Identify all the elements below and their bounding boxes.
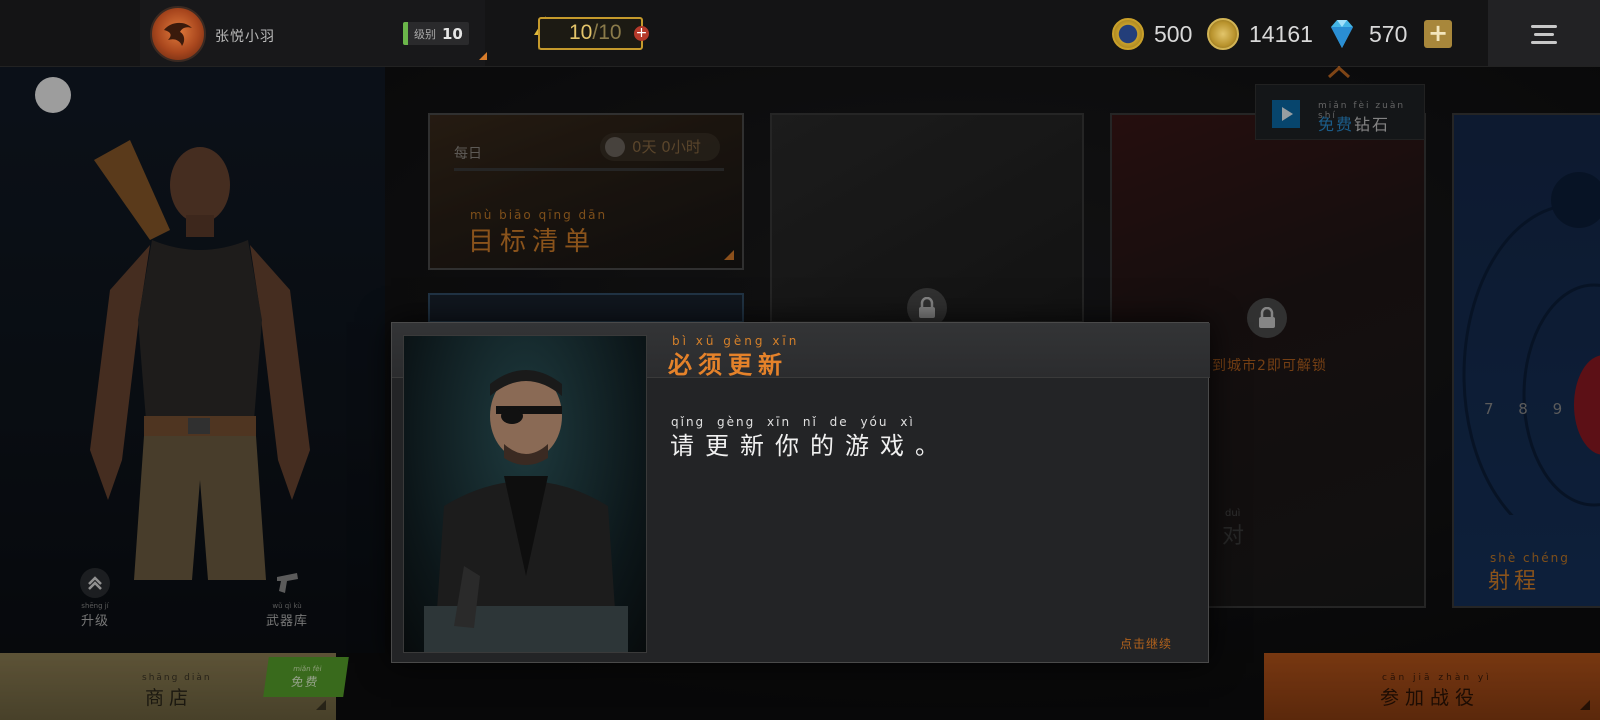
level-badge: 级别 10 [403,22,469,45]
energy-current: 10 [569,21,593,44]
currency-gems[interactable]: 570 [1325,14,1407,54]
level-value: 10 [442,24,463,43]
energy-value: 10/10 [569,21,622,45]
tap-to-continue[interactable]: 点击继续 [1120,635,1172,652]
hamburger-menu-icon[interactable] [1531,24,1557,44]
currency-skull-value: 500 [1154,20,1193,47]
game-screen: 张悦小羽 级别 10 10/10 + 500 14161 570 + shēng… [0,0,1600,720]
eagle-icon [164,22,192,46]
username: 张悦小羽 [215,29,275,45]
currency-gems-value: 570 [1369,20,1408,47]
energy-add-button[interactable]: + [634,26,649,41]
avatar[interactable] [150,6,206,62]
commander-portrait [403,335,647,653]
diamond-icon [1331,20,1353,48]
skull-coin-icon [1112,18,1144,50]
gold-coin-icon [1207,18,1239,50]
level-label: 级别 [414,27,436,41]
dialog-title: 必须更新 [668,351,788,379]
currency-gold[interactable]: 14161 [1207,14,1313,54]
currency-gold-value: 14161 [1249,20,1313,47]
energy-max: 10 [598,21,622,44]
currency-skull[interactable]: 500 [1112,14,1192,54]
corner-marker-icon [479,52,487,60]
commander-image [424,370,628,652]
add-currency-button[interactable]: + [1424,20,1452,48]
dialog-message: 请更新你的游戏。 [670,432,950,460]
update-required-dialog[interactable]: bì xū gèng xīn 必须更新 qǐng gèng xīn nǐ de … [391,322,1210,663]
